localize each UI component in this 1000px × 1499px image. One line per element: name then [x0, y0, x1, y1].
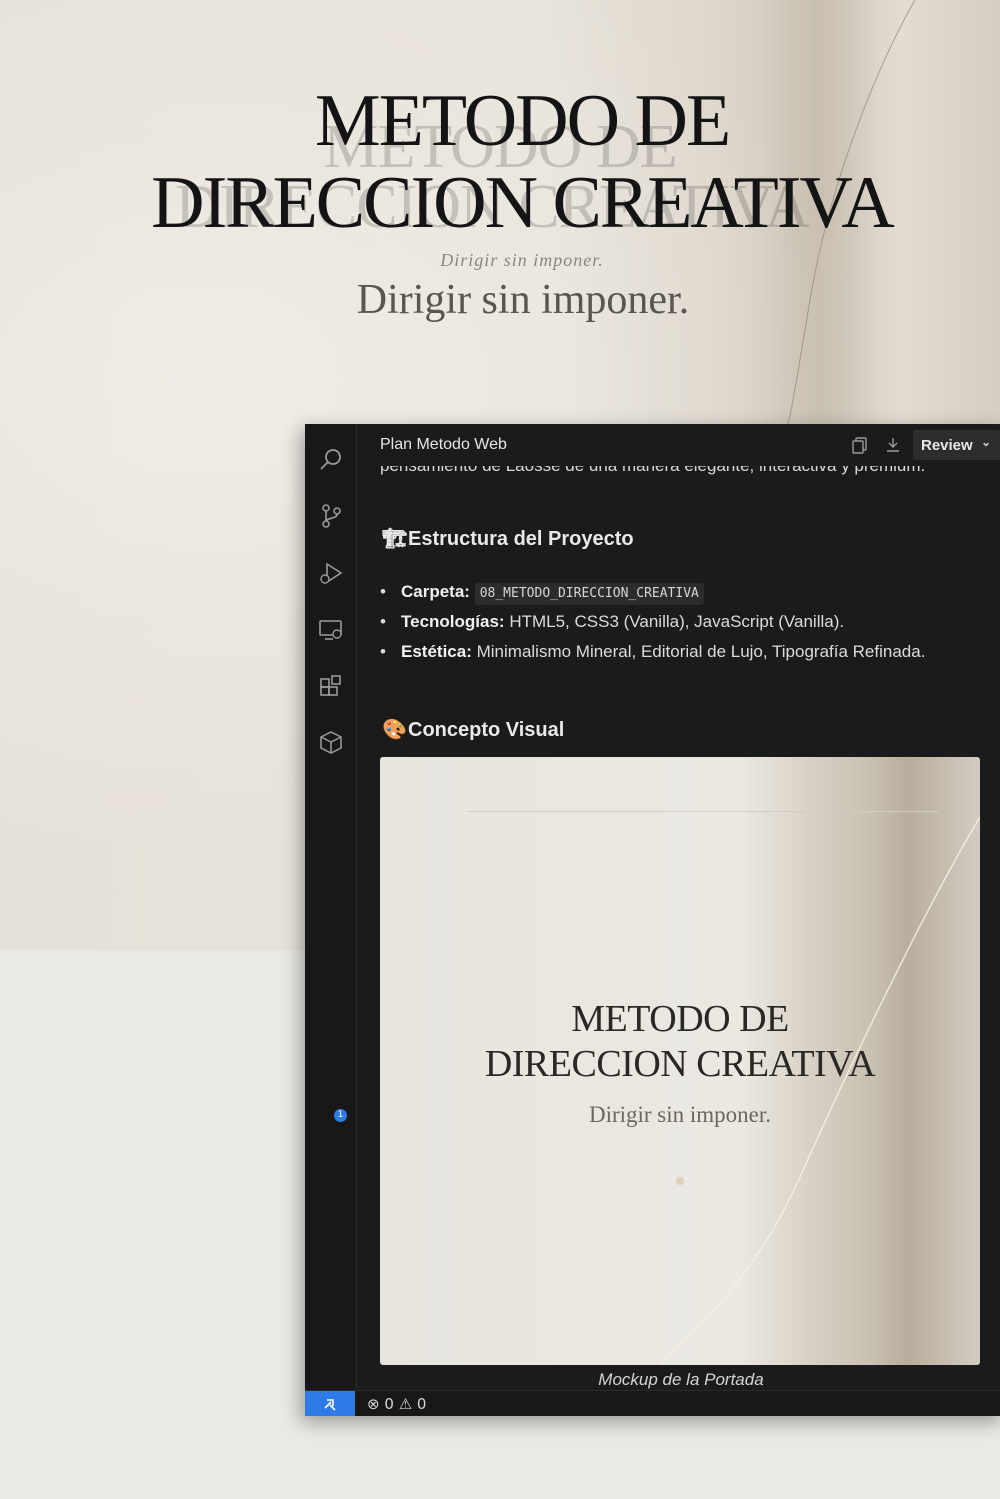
- construction-emoji-icon: 🏗: [382, 528, 408, 550]
- hero-title-line2: DIRECCION CREATIVA: [151, 162, 895, 244]
- review-button[interactable]: Review ⌄: [913, 430, 1000, 460]
- project-structure-list: Carpeta: 08_METODO_DIRECCION_CREATIVA Te…: [377, 577, 997, 667]
- hero-subtitle: Dirigir sin imponer.: [356, 277, 690, 323]
- error-count: 0: [384, 1395, 394, 1413]
- hero-subtitle-small: Dirigir sin imponer.: [440, 250, 604, 270]
- source-control-icon[interactable]: [317, 502, 345, 530]
- copy-icon[interactable]: [851, 436, 869, 454]
- folder-code-chip: 08_METODO_DIRECCION_CREATIVA: [474, 583, 704, 605]
- section-heading-estructura: 🏗Estructura del Proyecto: [382, 526, 634, 551]
- error-icon: ⊗: [367, 1395, 380, 1413]
- remote-icon: [324, 1399, 336, 1411]
- remote-explorer-icon[interactable]: [317, 616, 345, 644]
- bullet-label: Tecnologías:: [401, 612, 505, 631]
- mockup-subtitle: Dirigir sin imponer.: [588, 1102, 772, 1127]
- mockup-title-line1: METODO DE: [571, 998, 789, 1040]
- section-heading-text: Concepto Visual: [408, 719, 565, 741]
- mockup-title-line2: DIRECCION CREATIVA: [484, 1043, 876, 1085]
- activity-bar: 1: [305, 424, 357, 1390]
- hero-title-line1: METODO DE: [314, 80, 731, 162]
- bullet-label: Carpeta:: [401, 582, 470, 601]
- document-title: Plan Metodo Web: [380, 436, 507, 453]
- problems-indicator[interactable]: ⊗ 0 ⚠ 0: [367, 1395, 426, 1413]
- remote-indicator-button[interactable]: [305, 1391, 355, 1416]
- review-button-label: Review: [921, 437, 973, 454]
- document-pane: pensamiento de Laosse de una manera eleg…: [357, 424, 1000, 1390]
- extensions-icon[interactable]: [317, 673, 345, 701]
- bullet-label: Estética:: [401, 642, 472, 661]
- editor-window: 1 pensamiento de Laosse de una manera el…: [305, 424, 1000, 1416]
- extensions-badge: 1: [334, 1109, 347, 1122]
- mockup-image: METODO DE DIRECCION CREATIVA Dirigir sin…: [380, 757, 980, 1365]
- chevron-down-icon: ⌄: [981, 435, 992, 449]
- section-heading-concepto: 🎨Concepto Visual: [382, 717, 564, 742]
- search-icon[interactable]: [317, 446, 345, 474]
- run-debug-icon[interactable]: [317, 559, 345, 587]
- document-header: Plan Metodo Web Review ⌄: [357, 424, 1000, 466]
- list-item: Tecnologías: HTML5, CSS3 (Vanilla), Java…: [377, 607, 997, 637]
- status-bar: ⊗ 0 ⚠ 0: [305, 1390, 1000, 1416]
- section-heading-text: Estructura del Proyecto: [408, 528, 634, 550]
- list-item: Carpeta: 08_METODO_DIRECCION_CREATIVA: [377, 577, 997, 607]
- warning-count: 0: [416, 1395, 427, 1413]
- download-icon[interactable]: [884, 436, 902, 454]
- mockup-caption: Mockup de la Portada: [598, 1370, 764, 1389]
- bullet-text: HTML5, CSS3 (Vanilla), JavaScript (Vanil…: [509, 612, 845, 631]
- package-icon[interactable]: [317, 728, 345, 756]
- list-item: Estética: Minimalismo Mineral, Editorial…: [377, 637, 997, 667]
- palette-emoji-icon: 🎨: [382, 719, 407, 741]
- bullet-text: Minimalismo Mineral, Editorial de Lujo, …: [476, 642, 926, 661]
- warning-icon: ⚠: [398, 1395, 413, 1413]
